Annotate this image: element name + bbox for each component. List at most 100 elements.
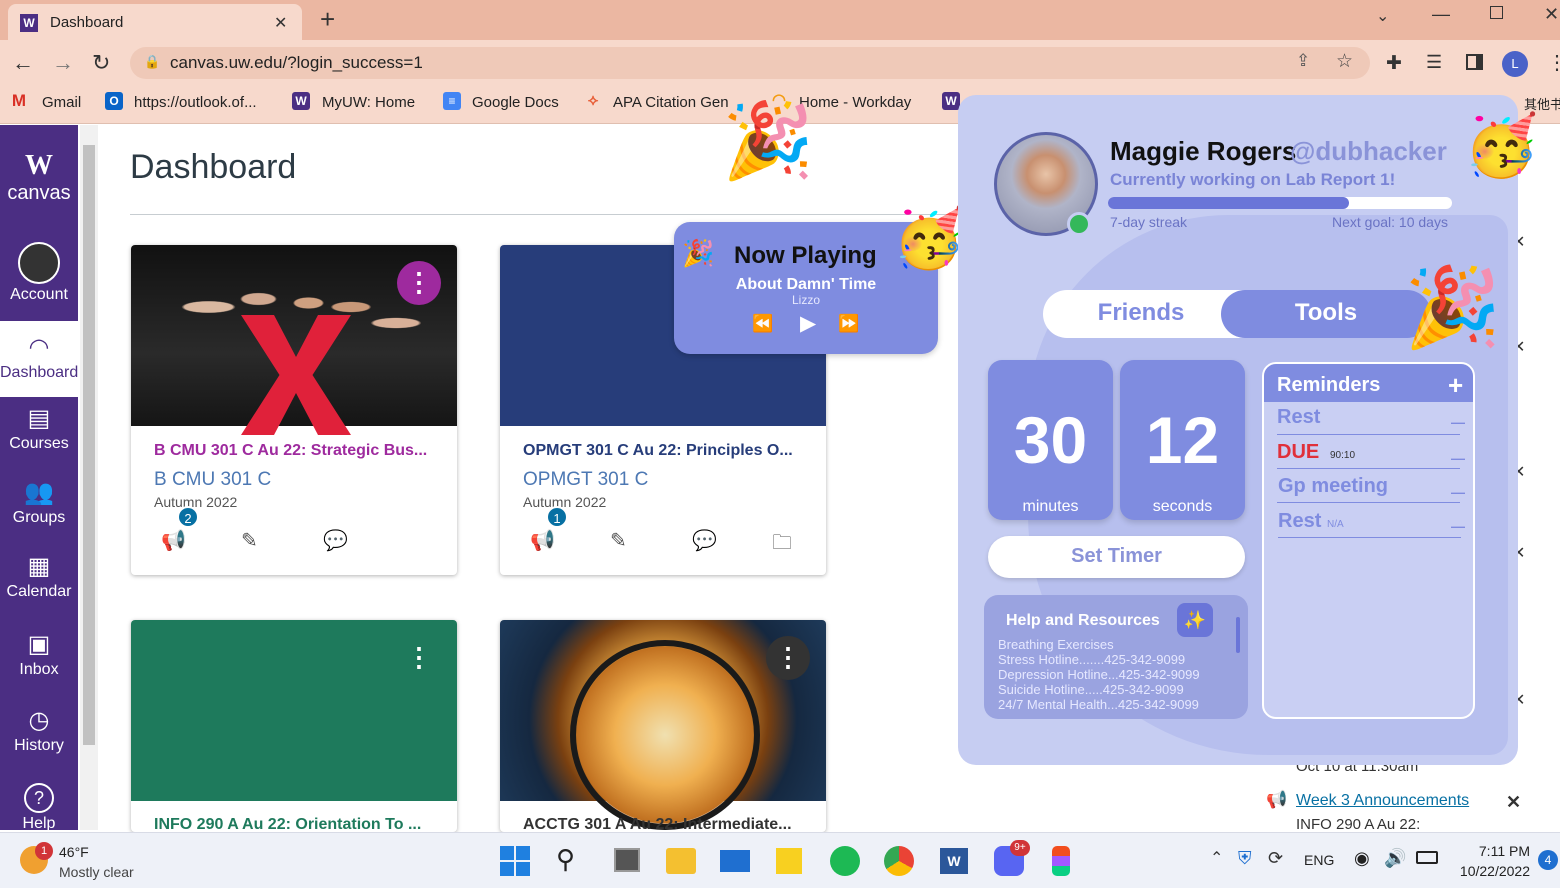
discussions-icon[interactable]: 💬 <box>323 528 348 553</box>
reminder-text-due[interactable]: DUE <box>1277 441 1319 464</box>
dismiss-icon[interactable]: ✕ <box>1506 792 1521 813</box>
battery-icon[interactable] <box>1416 851 1438 864</box>
nav-courses[interactable]: ▤ Courses <box>0 404 78 453</box>
bookmark-google-docs[interactable]: Google Docs <box>472 94 559 111</box>
card-options-button[interactable]: ⋮ <box>766 636 810 680</box>
minutes-box[interactable]: 30 minutes <box>988 360 1113 520</box>
browser-menu-icon[interactable]: ⋮ <box>1547 50 1560 75</box>
next-track-icon[interactable]: ⏩ <box>838 314 859 334</box>
nav-groups[interactable]: 👥 Groups <box>0 478 78 527</box>
bookmark-apa[interactable]: APA Citation Gen <box>613 94 729 111</box>
weather-desc[interactable]: Mostly clear <box>59 864 134 880</box>
play-icon[interactable]: ▶ <box>800 311 816 336</box>
card-options-button[interactable]: ⋮ <box>397 261 441 305</box>
wifi-icon[interactable]: ◉ <box>1354 848 1370 869</box>
forward-icon[interactable]: → <box>52 50 74 76</box>
resource-line[interactable]: Breathing Exercises <box>998 637 1238 652</box>
sticky-notes-icon[interactable] <box>776 848 802 874</box>
start-windows-icon[interactable] <box>500 846 530 876</box>
profile-avatar[interactable]: L <box>1502 51 1528 77</box>
star-icon[interactable]: ☆ <box>1336 50 1353 73</box>
figma-icon[interactable] <box>1052 846 1070 876</box>
previous-track-icon[interactable]: ⏪ <box>752 314 773 334</box>
minimize-icon[interactable]: — <box>1432 4 1450 25</box>
address-bar[interactable]: 🔒 canvas.uw.edu/?login_success=1 ⇪ ☆ <box>130 47 1370 79</box>
nav-calendar[interactable]: ▦ Calendar <box>0 552 78 601</box>
bookmark-gmail[interactable]: Gmail <box>42 94 81 111</box>
reminder-text[interactable]: Rest <box>1278 510 1321 533</box>
restore-icon[interactable] <box>1490 6 1503 19</box>
course-card[interactable]: ⋮ INFO 290 A Au 22: Orientation To ... <box>131 620 457 832</box>
resource-line[interactable]: 24/7 Mental Health...425-342-9099 <box>998 697 1238 712</box>
clock-date[interactable]: 10/22/2022 <box>1452 863 1530 879</box>
course-card-title[interactable]: INFO 290 A Au 22: Orientation To ... <box>154 816 421 832</box>
remove-reminder-icon[interactable]: — <box>1451 518 1465 534</box>
bookmark-outlook[interactable]: https://outlook.of... <box>134 94 257 111</box>
course-card[interactable]: ⋮ ACCTG 301 A Au 22: Intermediate... <box>500 620 826 832</box>
new-tab-button[interactable]: + <box>320 4 335 35</box>
scrollbar-thumb[interactable] <box>83 145 95 745</box>
remove-reminder-icon[interactable]: — <box>1451 414 1465 430</box>
add-reminder-button[interactable]: + <box>1448 370 1463 401</box>
task-view-icon[interactable] <box>614 848 640 872</box>
bookmark-workday[interactable]: Home - Workday <box>799 94 911 111</box>
files-folder-icon[interactable]: 🗀 <box>772 528 792 562</box>
share-icon[interactable]: ⇪ <box>1296 51 1310 71</box>
resources-scrollbar[interactable] <box>1236 617 1240 653</box>
volume-icon[interactable]: 🔊 <box>1384 848 1406 869</box>
reminder-text[interactable]: Rest <box>1277 406 1320 429</box>
bookmark-myuw[interactable]: MyUW: Home <box>322 94 415 111</box>
remove-reminder-icon[interactable]: — <box>1451 484 1465 500</box>
resource-line[interactable]: Depression Hotline...425-342-9099 <box>998 667 1238 682</box>
language-indicator[interactable]: ENG <box>1304 852 1334 868</box>
course-card-title[interactable]: OPMGT 301 C Au 22: Principles O... <box>523 442 793 460</box>
set-timer-button[interactable]: Set Timer <box>988 536 1245 578</box>
file-explorer-icon[interactable] <box>666 848 696 874</box>
notification-badge[interactable]: 4 <box>1538 850 1558 870</box>
spotify-icon[interactable] <box>830 846 860 876</box>
reload-icon[interactable]: ↻ <box>92 50 110 76</box>
word-icon[interactable]: W <box>940 848 968 874</box>
tray-chevron-icon[interactable]: ⌃ <box>1210 848 1223 868</box>
browser-tab[interactable]: W Dashboard ✕ <box>8 4 302 40</box>
assignments-icon[interactable]: ✎ <box>241 528 258 553</box>
clock-time[interactable]: 7:11 PM <box>1452 843 1530 859</box>
chrome-icon[interactable] <box>884 846 914 876</box>
sparkle-icon[interactable]: ✨ <box>1177 603 1213 637</box>
course-card[interactable]: ⋮ B CMU 301 C Au 22: Strategic Bus... B … <box>131 245 457 575</box>
mail-icon[interactable] <box>720 850 750 872</box>
page-scrollbar[interactable] <box>80 125 98 830</box>
sync-icon[interactable]: ⟳ <box>1268 848 1283 869</box>
course-card-title[interactable]: ACCTG 301 A Au 22: Intermediate... <box>523 816 792 832</box>
remove-reminder-icon[interactable]: — <box>1451 450 1465 466</box>
announcements-icon[interactable]: 📢 <box>161 528 186 553</box>
discussions-icon[interactable]: 💬 <box>692 528 717 553</box>
card-options-button[interactable]: ⋮ <box>397 636 441 680</box>
close-window-icon[interactable]: ✕ <box>1544 4 1559 25</box>
weather-temp[interactable]: 46°F <box>59 844 89 860</box>
seconds-box[interactable]: 12 seconds <box>1120 360 1245 520</box>
search-icon[interactable]: ⚲ <box>556 844 575 875</box>
tab-close-icon[interactable]: ✕ <box>274 13 287 33</box>
nav-account[interactable]: Account <box>0 242 78 304</box>
media-icon[interactable]: ☰ <box>1426 52 1442 73</box>
back-icon[interactable]: ← <box>12 50 34 76</box>
nav-history[interactable]: ◷ History <box>0 706 78 755</box>
announcements-icon[interactable]: 📢 <box>530 528 555 553</box>
nav-dashboard[interactable]: ◠ Dashboard <box>0 333 78 382</box>
nav-inbox[interactable]: ▣ Inbox <box>0 630 78 679</box>
resource-line[interactable]: Stress Hotline.......425-342-9099 <box>998 652 1238 667</box>
canvas-logo[interactable]: W canvas <box>0 150 78 205</box>
assignments-icon[interactable]: ✎ <box>610 528 627 553</box>
tab-tools[interactable]: Tools <box>1221 299 1431 327</box>
nav-help[interactable]: ? Help <box>0 783 78 830</box>
extensions-icon[interactable]: ✚ <box>1386 52 1402 75</box>
security-shield-icon[interactable]: ⛨ <box>1238 848 1252 869</box>
resource-line[interactable]: Suicide Hotline.....425-342-9099 <box>998 682 1238 697</box>
announcement-link[interactable]: Week 3 Announcements <box>1296 792 1469 810</box>
reminder-text[interactable]: Gp meeting <box>1278 475 1388 498</box>
course-card-title[interactable]: B CMU 301 C Au 22: Strategic Bus... <box>154 442 427 460</box>
tab-search-icon[interactable]: ⌄ <box>1376 6 1389 26</box>
tab-friends[interactable]: Friends <box>1043 299 1239 327</box>
sidepanel-icon[interactable] <box>1466 54 1483 70</box>
